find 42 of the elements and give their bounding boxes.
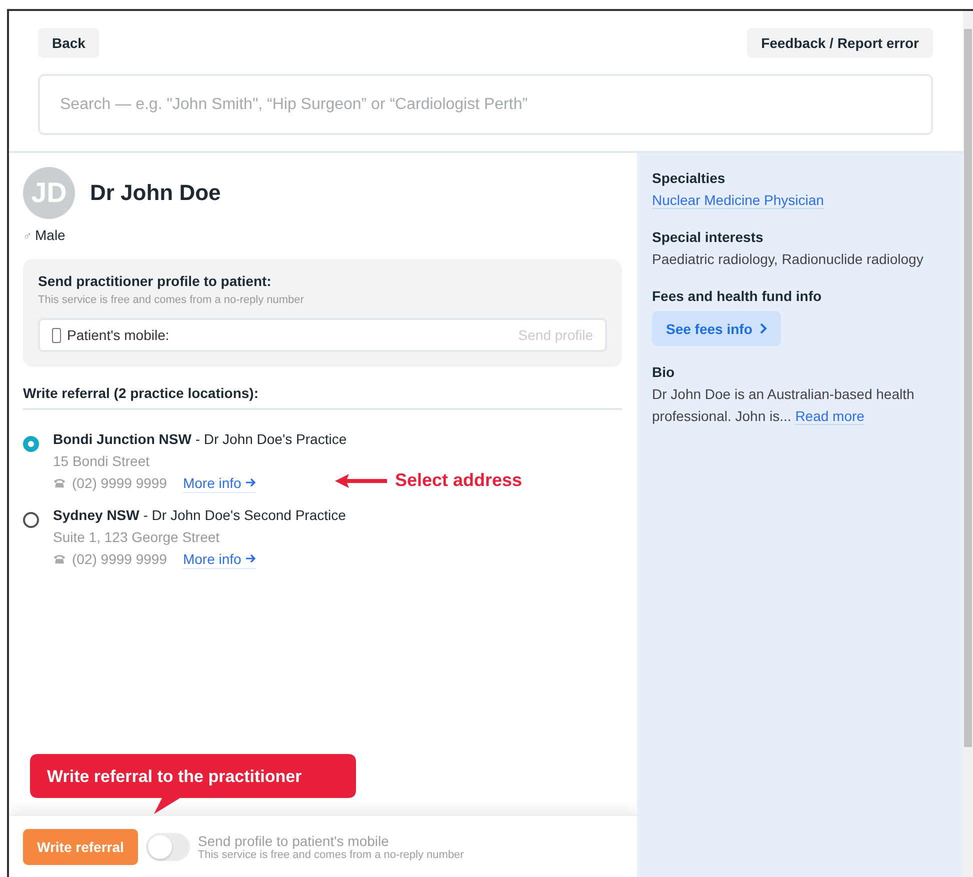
arrow-icon bbox=[246, 554, 256, 563]
gender-text: Male bbox=[35, 227, 66, 243]
search-field[interactable]: Search — e.g. "John Smith", “Hip Surgeon” or “Cardiologist Perth” bbox=[38, 74, 933, 135]
scrollbar[interactable] bbox=[963, 11, 973, 877]
callout-bubble: Write referral to the practitioner bbox=[30, 754, 356, 814]
phone-icon bbox=[52, 328, 61, 342]
section-heading: Specialties bbox=[652, 169, 726, 188]
location-title[interactable]: Sydney NSW - Dr John Doe's Second Practice bbox=[53, 504, 622, 526]
doctor-name: Dr John Doe bbox=[90, 180, 221, 206]
card-note: This service is free and comes from a no-reply number bbox=[38, 294, 305, 306]
write-referral-button[interactable]: Write referral bbox=[23, 828, 138, 864]
annotation-text: Select address bbox=[395, 470, 522, 491]
card-title: Send practitioner profile to patient: bbox=[38, 273, 272, 289]
phone-icon bbox=[53, 554, 66, 564]
toggle-note: This service is free and comes from a no-reply number bbox=[198, 848, 464, 860]
toggle-switch[interactable] bbox=[146, 832, 190, 860]
section-heading: Write referral (2 practice locations): bbox=[23, 385, 622, 410]
phone-number: (02) 9999 9999 bbox=[72, 474, 167, 493]
location-title[interactable]: Bondi Junction NSW - Dr John Doe's Practice bbox=[53, 428, 622, 450]
phone-icon bbox=[53, 478, 66, 488]
fees-button[interactable]: See fees info bbox=[652, 311, 782, 346]
feedback-button[interactable]: Feedback / Report error bbox=[747, 28, 933, 58]
read-more-link[interactable]: Read more bbox=[795, 408, 864, 425]
radio-button[interactable] bbox=[23, 436, 39, 452]
gender-icon: ♂ bbox=[23, 229, 32, 243]
phone-number: (02) 9999 9999 bbox=[72, 550, 167, 569]
section-heading: Fees and health fund info bbox=[652, 287, 823, 306]
more-info-link[interactable]: More info bbox=[182, 474, 256, 492]
arrow-icon bbox=[246, 478, 256, 487]
radio-button[interactable] bbox=[23, 512, 39, 528]
chevron-icon bbox=[760, 323, 768, 334]
address-text: Suite 1, 123 George Street bbox=[53, 528, 221, 547]
section-heading: Special interests bbox=[652, 228, 764, 247]
more-info-link[interactable]: More info bbox=[182, 550, 256, 568]
bio-text: Dr John Doe is an Australian-based health professional. John is... Read more bbox=[652, 385, 916, 427]
arrow-icon bbox=[333, 472, 388, 488]
address-text: 15 Bondi Street bbox=[53, 452, 151, 471]
section-heading: Bio bbox=[652, 363, 676, 382]
back-button[interactable]: Back bbox=[38, 28, 100, 58]
interests-text: Paediatric radiology, Radionuclide radiology bbox=[652, 250, 924, 269]
toggle-label: Send profile to patient's mobile bbox=[198, 832, 390, 848]
specialty-link[interactable]: Nuclear Medicine Physician bbox=[652, 192, 824, 209]
